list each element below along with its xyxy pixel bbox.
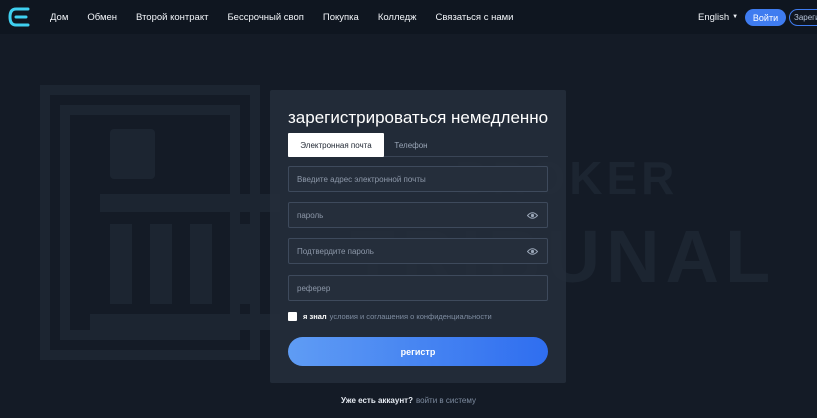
confirm-password-input[interactable] <box>297 246 517 256</box>
submit-register-button[interactable]: регистр <box>288 337 548 366</box>
password-input[interactable] <box>297 210 517 220</box>
tab-email[interactable]: Электронная почта <box>288 133 384 157</box>
register-button[interactable]: Зарегистрироваться <box>789 9 817 26</box>
nav-item-second-contract[interactable]: Второй контракт <box>136 12 208 23</box>
top-header: Дом Обмен Второй контракт Бессрочный сво… <box>0 0 817 34</box>
login-link[interactable]: войти в систему <box>416 396 476 405</box>
brand-logo-icon[interactable] <box>8 7 30 27</box>
password-field-wrapper <box>288 202 548 228</box>
login-button[interactable]: Войти <box>745 9 786 26</box>
nav-item-contact[interactable]: Связаться с нами <box>436 12 514 23</box>
nav-item-exchange[interactable]: Обмен <box>87 12 117 23</box>
nav-item-buy[interactable]: Покупка <box>323 12 359 23</box>
agree-prefix: я знал <box>303 312 327 321</box>
email-input[interactable] <box>297 174 517 184</box>
caret-down-icon: ▼ <box>732 14 739 21</box>
terms-agreement: я знал условия и соглашения о конфиденци… <box>288 312 492 321</box>
terms-link[interactable]: условия и соглашения о конфиденциальност… <box>330 312 492 321</box>
referrer-field-wrapper <box>288 275 548 301</box>
language-selector[interactable]: English ▼ <box>698 12 738 23</box>
tab-phone[interactable]: Телефон <box>384 133 438 157</box>
signup-method-tabs: Электронная почта Телефон <box>288 133 548 157</box>
email-field-wrapper <box>288 166 548 192</box>
nav-item-perpetual-swap[interactable]: Бессрочный своп <box>227 12 303 23</box>
page-title: зарегистрироваться немедленно <box>288 108 549 127</box>
terms-checkbox[interactable] <box>288 312 297 321</box>
referrer-input[interactable] <box>297 283 517 293</box>
login-question: Уже есть аккаунт? <box>341 396 413 405</box>
eye-icon[interactable] <box>527 211 538 220</box>
language-label: English <box>698 12 730 23</box>
main-nav: Дом Обмен Второй контракт Бессрочный сво… <box>50 0 532 34</box>
eye-icon[interactable] <box>527 247 538 256</box>
nav-item-college[interactable]: Колледж <box>378 12 417 23</box>
confirm-password-field-wrapper <box>288 238 548 264</box>
nav-item-home[interactable]: Дом <box>50 12 68 23</box>
login-prompt: Уже есть аккаунт? войти в систему <box>0 396 817 405</box>
registration-card: зарегистрироваться немедленно Электронна… <box>270 90 566 383</box>
